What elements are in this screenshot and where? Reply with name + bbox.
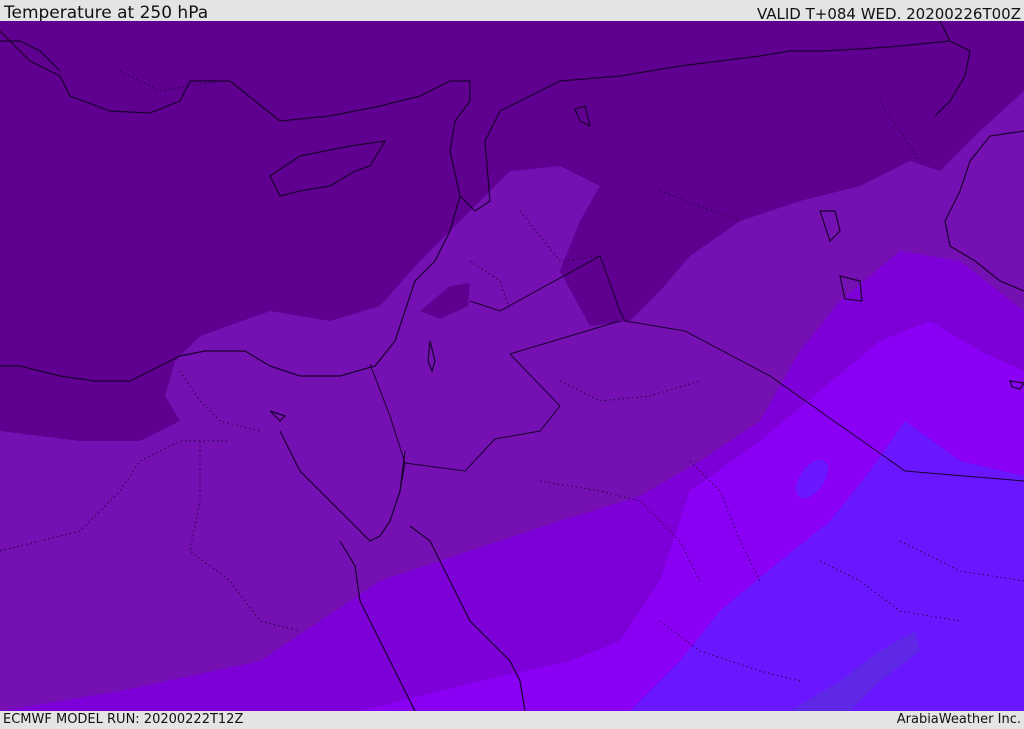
weather-map[interactable] xyxy=(0,21,1024,711)
map-title: Temperature at 250 hPa xyxy=(4,3,209,23)
model-run: ECMWF MODEL RUN: 20200222T12Z xyxy=(3,712,244,727)
credit-label: ArabiaWeather Inc. xyxy=(896,712,1021,727)
footer-bar: ECMWF MODEL RUN: 20200222T12Z ArabiaWeat… xyxy=(0,711,1024,729)
header-bar: Temperature at 250 hPa VALID T+084 WED. … xyxy=(0,0,1024,23)
map-canvas xyxy=(0,21,1024,711)
